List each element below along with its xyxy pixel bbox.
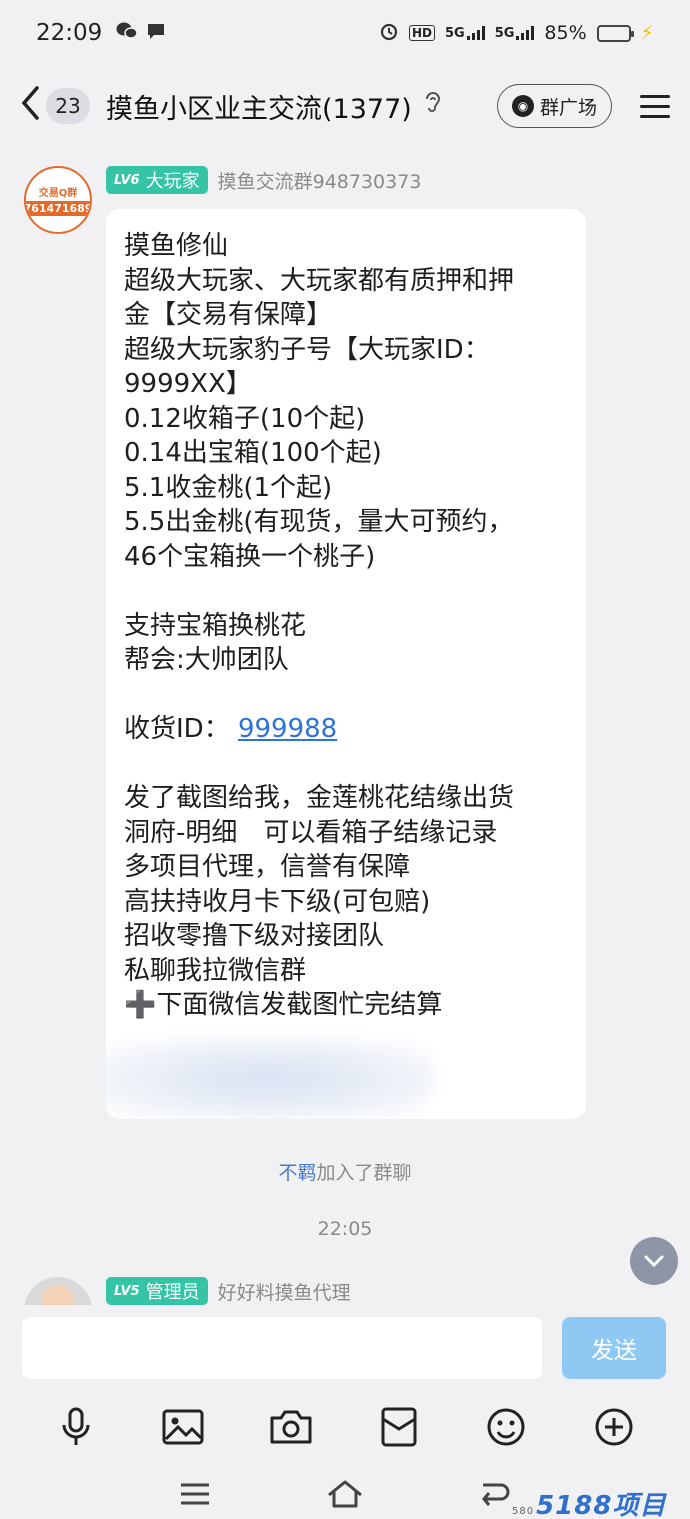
message-line: 支持宝箱换桃花 [124, 610, 307, 641]
message-line: 高扶持收月卡下级(可包赔) [124, 886, 431, 917]
message-input[interactable] [22, 1317, 542, 1379]
charging-icon: ⚡ [640, 22, 654, 44]
message-line: 超级大玩家豹子号【大玩家ID： [124, 334, 490, 365]
message-bubble[interactable]: 摸鱼修仙超级大玩家、大玩家都有质押和押 金【交易有保障】超级大玩家豹子号【大玩家I… [106, 209, 586, 1119]
level-badge: LV6 大玩家 [106, 166, 208, 194]
battery-percent: 85% [544, 22, 587, 44]
message-timestamp: 22:05 [317, 1218, 373, 1240]
message-bubble-icon [146, 21, 166, 46]
watermark-small: 580 [512, 1506, 535, 1517]
signal-1-icon: 5G [445, 26, 485, 40]
message-line: 发了截图给我，金莲桃花结缘出货 [124, 783, 515, 813]
message-line: 帮会:大帅团队 [124, 645, 289, 675]
sender-line: LV5 管理员 好好料摸鱼代理 [106, 1277, 351, 1305]
message-line: 招收零撸下级对接团队 [124, 921, 385, 951]
message-line: 超级大玩家、大玩家都有质押和押 [124, 265, 515, 296]
message-line: 洞府-明细 可以看箱子结缘记录 [124, 817, 498, 848]
avatar-caption: 交易Q群 [38, 188, 78, 199]
wechat-icon [116, 21, 139, 46]
group-title[interactable]: 摸鱼小区业主交流(1377) [106, 87, 412, 126]
ear-icon[interactable] [424, 90, 442, 122]
message-line: 金【交易有保障】 [124, 300, 333, 330]
message-lines: 摸鱼修仙超级大玩家、大玩家都有质押和押 金【交易有保障】超级大玩家豹子号【大玩家I… [124, 229, 568, 712]
send-button[interactable]: 发送 [562, 1317, 666, 1379]
chevron-down-icon [644, 1255, 664, 1268]
level-title: 管理员 [145, 1282, 200, 1303]
message-line: 5.5出金桃(有现货，量大可预约， [124, 507, 514, 537]
message-line: 9999XX】 [124, 369, 252, 399]
emoji-icon[interactable] [476, 1405, 536, 1449]
camera-icon[interactable] [261, 1405, 321, 1449]
back-nav-icon[interactable] [473, 1477, 517, 1511]
sender-name[interactable]: 好好料摸鱼代理 [218, 1278, 351, 1305]
watermark-text: 5188项目网 [536, 1491, 667, 1519]
image-icon[interactable] [153, 1405, 213, 1449]
recent-apps-icon[interactable] [173, 1477, 217, 1511]
unread-count-badge[interactable]: 23 [46, 88, 90, 124]
network-1-label: 5G [444, 26, 465, 41]
message-line: 5.1收金桃(1个起) [124, 472, 333, 503]
system-notice-text: 加入了群聊 [316, 1162, 412, 1184]
network-2-label: 5G [494, 26, 515, 41]
message-lines-after: 发了截图给我，金莲桃花结缘出货 洞府-明细 可以看箱子结缘记录 多项目代理，信誉有保… [124, 747, 568, 1023]
message-line: 私聊我拉微信群 [124, 955, 307, 986]
globe-icon: ◉ [511, 95, 534, 117]
blurred-content [106, 1039, 436, 1119]
menu-icon[interactable] [640, 94, 670, 118]
chat-header: 23 摸鱼小区业主交流(1377) ◉ 群广场 [0, 66, 690, 146]
system-notice: 不羁加入了群聊 [0, 1158, 690, 1185]
joined-user-link[interactable]: 不羁 [278, 1162, 316, 1184]
message-line: 0.14出宝箱(100个起) [124, 438, 382, 468]
sender-name[interactable]: 摸鱼交流群948730373 [218, 167, 422, 194]
status-time: 22:09 [36, 20, 103, 46]
avatar[interactable]: 交易Q群 761471689 [24, 166, 92, 234]
input-toolbar [0, 1405, 690, 1449]
group-plaza-button[interactable]: ◉ 群广场 [496, 84, 612, 128]
alarm-icon [379, 21, 399, 46]
signal-2-icon: 5G [495, 26, 535, 40]
level-code: LV5 [114, 1283, 140, 1299]
avatar-number: 761471689 [26, 201, 90, 216]
microphone-icon[interactable] [46, 1405, 106, 1449]
message-line: 多项目代理，信誉有保障 [124, 852, 411, 882]
hd-icon: HD [408, 25, 435, 41]
receive-id-link[interactable]: 999988 [238, 714, 337, 744]
receive-id-line: 收货ID： 999988 [124, 712, 568, 747]
level-title: 大玩家 [145, 171, 200, 192]
scroll-to-bottom-button[interactable] [630, 1237, 678, 1285]
battery-icon [596, 24, 634, 42]
sender-line: LV6 大玩家 摸鱼交流群948730373 [106, 166, 421, 194]
plus-icon[interactable] [584, 1405, 644, 1449]
message-line: 46个宝箱换一个桃子) [124, 541, 376, 572]
level-code: LV6 [114, 172, 140, 188]
home-icon[interactable] [323, 1477, 367, 1511]
message-line: 0.12收箱子(10个起) [124, 403, 366, 434]
red-packet-icon[interactable] [369, 1405, 429, 1449]
receive-id-label: 收货ID： [124, 714, 230, 744]
watermark: 5805188项目网 [512, 1485, 690, 1519]
message-line: ➕下面微信发截图忙完结算 [124, 990, 443, 1020]
status-bar: 22:09 HD 5G 5G 85% ⚡ [0, 0, 690, 66]
message-line: 摸鱼修仙 [124, 231, 229, 261]
level-badge: LV5 管理员 [106, 1277, 208, 1305]
group-plaza-label: 群广场 [539, 96, 597, 119]
back-icon[interactable] [20, 85, 40, 128]
